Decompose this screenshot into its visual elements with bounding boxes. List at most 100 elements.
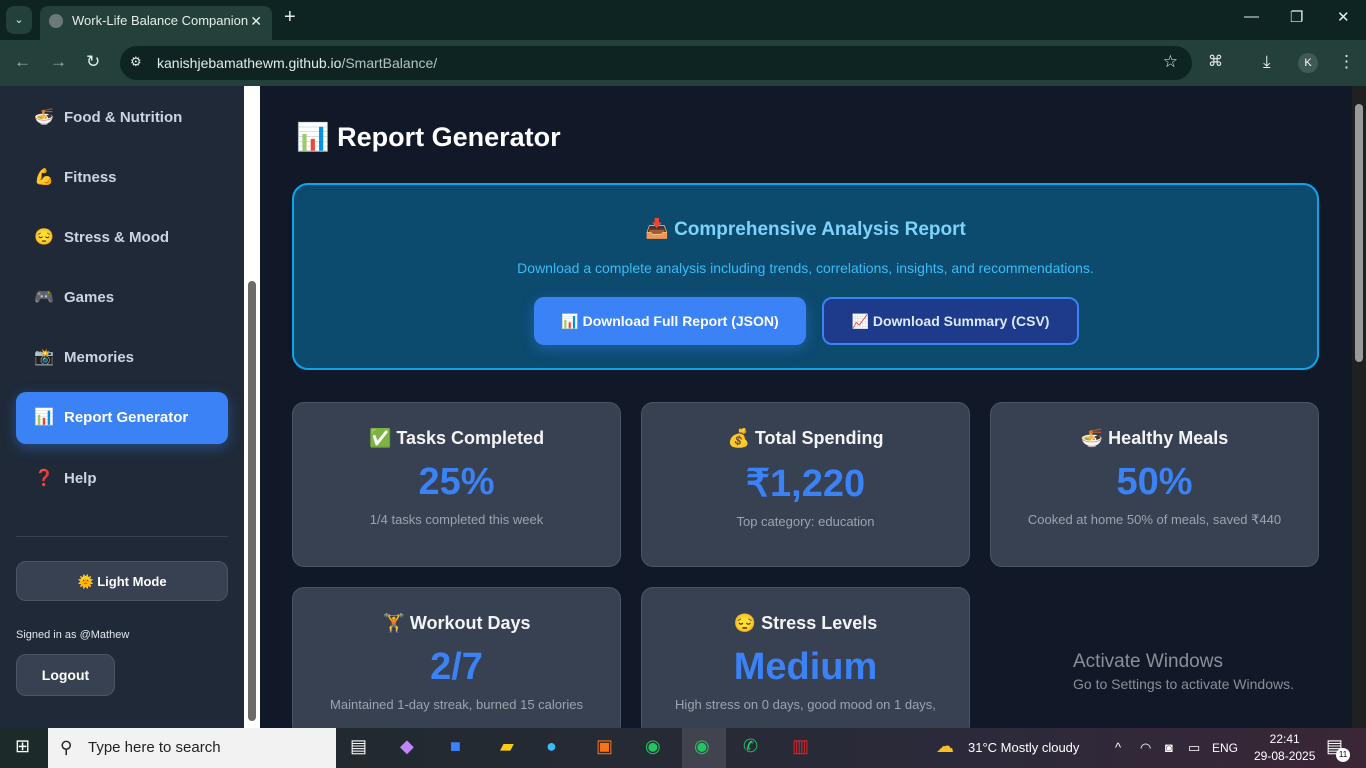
muscle-icon: 💪 (34, 169, 54, 186)
tray-chevron-icon[interactable]: ^ (1115, 728, 1121, 768)
sidebar-item-label: Report Generator (64, 409, 189, 426)
signed-in-text: Signed in as @Mathew (16, 629, 130, 641)
globe-icon (49, 14, 63, 28)
download-json-button[interactable]: 📊 Download Full Report (JSON) (534, 297, 806, 345)
meet-icon[interactable]: ◙ (1165, 728, 1173, 768)
sidebar-item-report[interactable]: 📊 Report Generator (16, 392, 228, 444)
card-value: ₹1,220 (745, 463, 866, 505)
sidebar: 🍜 Food & Nutrition 💪 Fitness 😔 Stress & Moo… (0, 86, 244, 728)
card-subtitle: 1/4 tasks completed this week (369, 512, 544, 527)
back-button[interactable]: ← (14, 52, 31, 72)
forward-button[interactable]: → (50, 52, 67, 72)
sidebar-item-fitness[interactable]: 💪 Fitness (16, 152, 228, 204)
logout-button[interactable]: Logout (16, 654, 115, 696)
sidebar-item-label: Food & Nutrition (64, 109, 183, 126)
sidebar-item-label: Stress & Mood (64, 229, 170, 246)
pensive-face-icon: 😔 (34, 229, 54, 246)
scrollbar-thumb[interactable] (248, 281, 256, 721)
menu-icon[interactable]: ⋮ (1338, 52, 1355, 72)
watermark-line1: Activate Windows (1073, 651, 1223, 672)
sidebar-item-label: Help (64, 470, 97, 487)
card-value: 50% (1116, 461, 1193, 503)
stress-card: 😔 Stress Levels Medium High stress on 0 da… (641, 587, 970, 737)
address-bar[interactable]: ⚙ kanishjebamathewm.github.io/SmartBalan… (120, 46, 1192, 80)
sidebar-item-games[interactable]: 🎮 Games (16, 272, 228, 324)
copilot-icon[interactable]: ◆ (400, 736, 414, 757)
maximize-button[interactable]: ❐ (1290, 8, 1303, 26)
card-title: 💰 Total Spending (727, 428, 884, 448)
search-icon: ⚲ (60, 738, 73, 757)
card-title: 🏋️ Workout Days (382, 613, 531, 633)
chrome-profile-icon[interactable]: ◉ (694, 736, 710, 757)
meals-card: 🍜 Healthy Meals 50% Cooked at home 50% of … (990, 402, 1319, 567)
bar-chart-icon: 📊 (34, 409, 54, 426)
edge-icon[interactable]: ● (546, 736, 557, 757)
divider (16, 536, 228, 537)
sidebar-item-memories[interactable]: 📸 Memories (16, 332, 228, 384)
sidebar-item-help[interactable]: ❓ Help (16, 453, 228, 505)
question-icon: ❓ (34, 470, 54, 487)
sidebar-scrollbar[interactable] (244, 86, 260, 728)
close-window-button[interactable]: ✕ (1337, 8, 1350, 26)
scrollbar-thumb[interactable] (1355, 104, 1363, 362)
wifi-icon[interactable]: ◠ (1140, 728, 1151, 768)
battery-icon[interactable]: ▭ (1188, 728, 1200, 768)
sidebar-item-stress[interactable]: 😔 Stress & Mood (16, 212, 228, 264)
store-icon[interactable]: ▣ (596, 736, 613, 757)
file-explorer-icon[interactable]: ▰ (500, 736, 514, 757)
panel-title: 📥 Comprehensive Analysis Report (645, 219, 966, 240)
browser-toolbar: ← → ↻ ⚙ kanishjebamathewm.github.io/Smar… (0, 40, 1366, 86)
winrar-icon[interactable]: ▥ (792, 736, 809, 757)
main-scrollbar[interactable] (1352, 86, 1366, 728)
chrome-icon[interactable]: ◉ (645, 736, 661, 757)
new-tab-button[interactable]: + (284, 6, 296, 29)
clock[interactable]: 22:41 29-08-2025 (1254, 732, 1315, 763)
card-value: 25% (418, 461, 495, 503)
card-title: ✅ Tasks Completed (368, 428, 545, 448)
gamepad-icon: 🎮 (34, 289, 54, 306)
sidebar-item-label: Memories (64, 349, 135, 366)
language-indicator[interactable]: ENG (1212, 728, 1238, 768)
weather-icon: ☁ (936, 736, 954, 756)
card-subtitle: High stress on 0 days, good mood on 1 da… (675, 697, 936, 712)
bookmark-star-icon[interactable]: ☆ (1163, 52, 1178, 72)
taskbar: ⊞ ⚲ Type here to search ▤ ◆ ■ ▰ ● ▣ ◉ ◉ ✆… (0, 728, 1366, 768)
download-icon[interactable]: ⤓ (1263, 52, 1271, 72)
profile-avatar[interactable]: K (1298, 53, 1318, 73)
panel-description: Download a complete analysis including t… (517, 260, 1094, 276)
card-subtitle: Maintained 1-day streak, burned 15 calor… (330, 697, 583, 712)
weather-text[interactable]: 31°C Mostly cloudy (968, 728, 1079, 768)
download-csv-button[interactable]: 📈 Download Summary (CSV) (822, 297, 1079, 345)
tasks-card: ✅ Tasks Completed 25% 1/4 tasks completed … (292, 402, 621, 567)
card-title: 🍜 Healthy Meals (1080, 428, 1229, 448)
close-tab-icon[interactable]: ✕ (250, 6, 262, 36)
sidebar-item-food[interactable]: 🍜 Food & Nutrition (16, 92, 228, 144)
watermark-line2: Go to Settings to activate Windows. (1073, 676, 1294, 692)
reload-button[interactable]: ↻ (86, 52, 100, 72)
workout-card: 🏋️ Workout Days 2/7 Maintained 1-day strea… (292, 587, 621, 737)
minimize-button[interactable]: — (1244, 8, 1259, 25)
notification-count: 11 (1336, 748, 1350, 762)
search-placeholder: Type here to search (88, 739, 221, 756)
translate-icon[interactable]: ⌘ (1208, 52, 1223, 70)
site-info-icon[interactable]: ⚙ (130, 54, 142, 70)
page-title: 📊 Report Generator (296, 122, 561, 152)
card-subtitle: Top category: education (736, 514, 875, 529)
browser-tab[interactable]: Work-Life Balance Companion ✕ (40, 6, 272, 40)
noodle-icon: 🍜 (34, 109, 54, 126)
windows-start-icon[interactable]: ⊞ (15, 736, 30, 757)
camera-icon: 📸 (34, 349, 54, 366)
time: 22:41 (1269, 732, 1300, 746)
card-subtitle: Cooked at home 50% of meals, saved ₹440 (1027, 512, 1282, 527)
tab-search-button[interactable]: ⌄ (6, 6, 32, 34)
whatsapp-icon[interactable]: ✆ (743, 736, 758, 757)
browser-tab-bar: ⌄ Work-Life Balance Companion ✕ + — ❐ ✕ (0, 0, 1366, 40)
taskbar-search[interactable]: ⚲ Type here to search (48, 728, 336, 768)
spending-card: 💰 Total Spending ₹1,220 Top category: educ… (641, 402, 970, 567)
sidebar-item-label: Fitness (64, 169, 117, 186)
card-value: Medium (733, 646, 878, 688)
light-mode-button[interactable]: 🌞 Light Mode (16, 561, 228, 601)
task-view-icon[interactable]: ▤ (350, 736, 367, 757)
url-path: /SmartBalance/ (341, 55, 438, 71)
outlook-icon[interactable]: ■ (450, 736, 461, 757)
